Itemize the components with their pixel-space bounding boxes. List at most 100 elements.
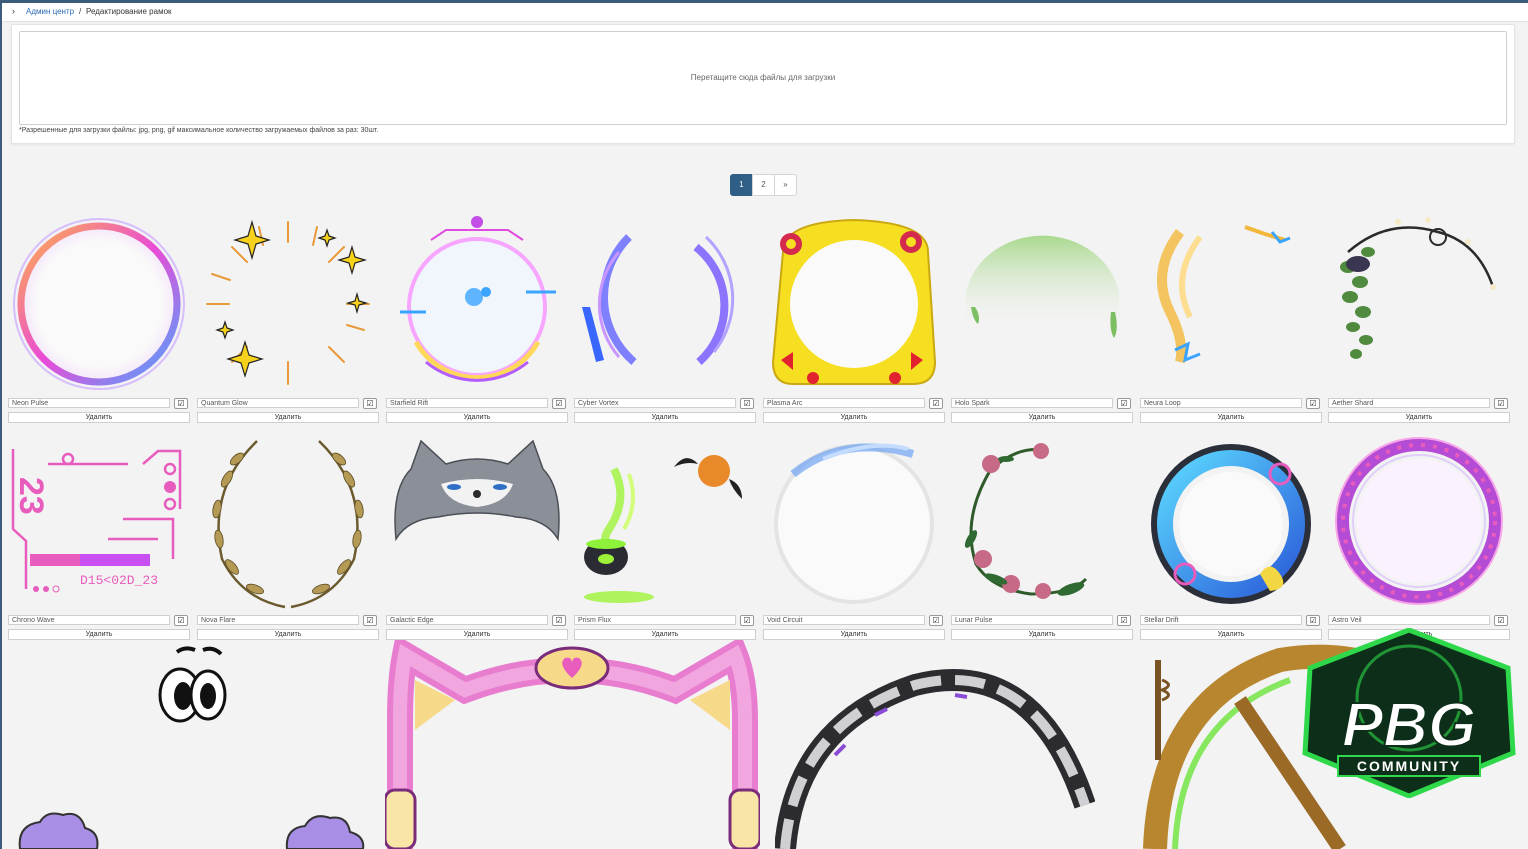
edit-check-icon[interactable]: ☑ (1494, 615, 1508, 626)
delete-button[interactable]: Удалить (574, 412, 756, 423)
breadcrumb-separator: / (79, 7, 82, 16)
delete-button[interactable]: Удалить (951, 629, 1133, 640)
delete-button[interactable]: Удалить (197, 412, 379, 423)
delete-button[interactable]: Удалить (8, 412, 190, 423)
frame-card: 23 D15<02D_23 Chrono Wave ☑ Удалить (8, 429, 190, 647)
chevron-right-icon: › (12, 6, 15, 16)
frame-card: Neon Pulse ☑ Удалить (8, 212, 190, 430)
edit-check-icon[interactable]: ☑ (363, 615, 377, 626)
edit-check-icon[interactable]: ☑ (174, 615, 188, 626)
pagination: 1 2 » (730, 174, 797, 196)
delete-button[interactable]: Удалить (951, 412, 1133, 423)
frame-name-input[interactable]: Prism Flux (574, 615, 736, 625)
delete-button[interactable]: Удалить (574, 629, 756, 640)
frame-name-input[interactable]: Starfield Rift (386, 398, 548, 408)
edit-check-icon[interactable]: ☑ (1117, 615, 1131, 626)
breadcrumb-current: Редактирование рамок (86, 7, 172, 16)
frame-card: Cyber Vortex ☑ Удалить (574, 212, 756, 430)
frame-image-prism-flux (584, 455, 742, 603)
frame-name-input[interactable]: Holo Spark (951, 398, 1113, 408)
frame-image-cat-ears (385, 640, 760, 849)
logo-sub-text: COMMUNITY (1357, 758, 1461, 774)
frame-code-text: D15<02D_23 (80, 573, 158, 588)
delete-button[interactable]: Удалить (763, 412, 945, 423)
edit-check-icon[interactable]: ☑ (1306, 398, 1320, 409)
frame-name-input[interactable]: Astro Veil (1328, 615, 1490, 625)
file-dropzone[interactable]: Перетащите сюда файлы для загрузки (19, 31, 1507, 125)
frame-image-galactic-edge (394, 439, 560, 542)
logo-main-text: PBG (1342, 691, 1476, 760)
frame-image-cyber-vortex (582, 234, 735, 366)
frame-image-astro-veil (1335, 437, 1503, 605)
frame-image-stellar-drift (1151, 444, 1311, 604)
frame-name-input[interactable]: Stellar Drift (1140, 615, 1302, 625)
frame-card: Prism Flux ☑ Удалить (574, 429, 756, 647)
frame-card: Galactic Edge ☑ Удалить (386, 429, 568, 647)
frame-image-chrono-wave: 23 D15<02D_23 (11, 449, 182, 593)
frame-image-void-circuit (774, 443, 934, 604)
frame-card: Holo Spark ☑ Удалить (951, 212, 1133, 430)
frame-number-text: 23 (12, 477, 50, 515)
frame-image-cartoon-eyes (18, 646, 365, 849)
frame-name-input[interactable]: Lunar Pulse (951, 615, 1113, 625)
delete-button[interactable]: Удалить (1140, 412, 1322, 423)
frame-name-input[interactable]: Galactic Edge (386, 615, 548, 625)
frame-card: Neura Loop ☑ Удалить (1140, 212, 1322, 430)
edit-check-icon[interactable]: ☑ (552, 615, 566, 626)
frame-image-holo-spark (966, 235, 1119, 338)
frame-image-aether-shard (1340, 217, 1496, 359)
edit-check-icon[interactable]: ☑ (1306, 615, 1320, 626)
edit-check-icon[interactable]: ☑ (174, 398, 188, 409)
edit-check-icon[interactable]: ☑ (1117, 398, 1131, 409)
frame-card: Quantum Glow ☑ Удалить (197, 212, 379, 430)
page-1-button[interactable]: 1 (730, 174, 753, 196)
frame-image-quantum-glow (206, 219, 370, 385)
frame-name-input[interactable]: Neon Pulse (8, 398, 170, 408)
edit-check-icon[interactable]: ☑ (363, 398, 377, 409)
left-accent-line (0, 3, 2, 849)
frame-image-neon-pulse (13, 218, 185, 390)
frame-card: Lunar Pulse ☑ Удалить (951, 429, 1133, 647)
frame-card: Aether Shard ☑ Удалить (1328, 212, 1510, 430)
edit-check-icon[interactable]: ☑ (740, 615, 754, 626)
upload-panel: Перетащите сюда файлы для загрузки *Разр… (11, 24, 1515, 144)
frame-name-input[interactable]: Void Circuit (763, 615, 925, 625)
frame-card: Nova Flare ☑ Удалить (197, 429, 379, 647)
frame-card: Stellar Drift ☑ Удалить (1140, 429, 1322, 647)
edit-check-icon[interactable]: ☑ (929, 398, 943, 409)
frame-card: Void Circuit ☑ Удалить (763, 429, 945, 647)
frame-image-starfield-rift (400, 216, 556, 382)
delete-button[interactable]: Удалить (386, 412, 568, 423)
breadcrumb-link-admin[interactable]: Админ центр (26, 3, 74, 20)
edit-check-icon[interactable]: ☑ (929, 615, 943, 626)
frame-image-neura-loop (1157, 225, 1291, 364)
frame-image-lunar-pulse (964, 443, 1088, 599)
page-2-button[interactable]: 2 (752, 174, 775, 196)
frame-image-nova-flare (212, 440, 364, 609)
next-page-button[interactable]: » (774, 174, 797, 196)
upload-note: *Разрешенные для загрузки файлы: jpg, pn… (19, 127, 379, 134)
frame-image-dark-crescent (775, 669, 1095, 849)
frame-name-input[interactable]: Chrono Wave (8, 615, 170, 625)
delete-button[interactable]: Удалить (197, 629, 379, 640)
breadcrumb: › Админ центр / Редактирование рамок (2, 3, 1528, 22)
delete-button[interactable]: Удалить (1140, 629, 1322, 640)
frame-card: Starfield Rift ☑ Удалить (386, 212, 568, 430)
delete-button[interactable]: Удалить (8, 629, 190, 640)
frame-name-input[interactable]: Aether Shard (1328, 398, 1490, 408)
delete-button[interactable]: Удалить (386, 629, 568, 640)
delete-button[interactable]: Удалить (763, 629, 945, 640)
frame-card: Astro Veil ☑ Удалить (1328, 429, 1510, 647)
frame-name-input[interactable]: Cyber Vortex (574, 398, 736, 408)
edit-check-icon[interactable]: ☑ (552, 398, 566, 409)
delete-button[interactable]: Удалить (1328, 412, 1510, 423)
frame-name-input[interactable]: Nova Flare (197, 615, 359, 625)
frame-name-input[interactable]: Quantum Glow (197, 398, 359, 408)
edit-check-icon[interactable]: ☑ (1494, 398, 1508, 409)
frame-name-input[interactable]: Neura Loop (1140, 398, 1302, 408)
frame-card: Plasma Arc ☑ Удалить (763, 212, 945, 430)
pbg-community-logo: PBG COMMUNITY (1302, 628, 1516, 798)
edit-check-icon[interactable]: ☑ (740, 398, 754, 409)
frame-name-input[interactable]: Plasma Arc (763, 398, 925, 408)
frame-image-plasma-arc (771, 218, 937, 385)
